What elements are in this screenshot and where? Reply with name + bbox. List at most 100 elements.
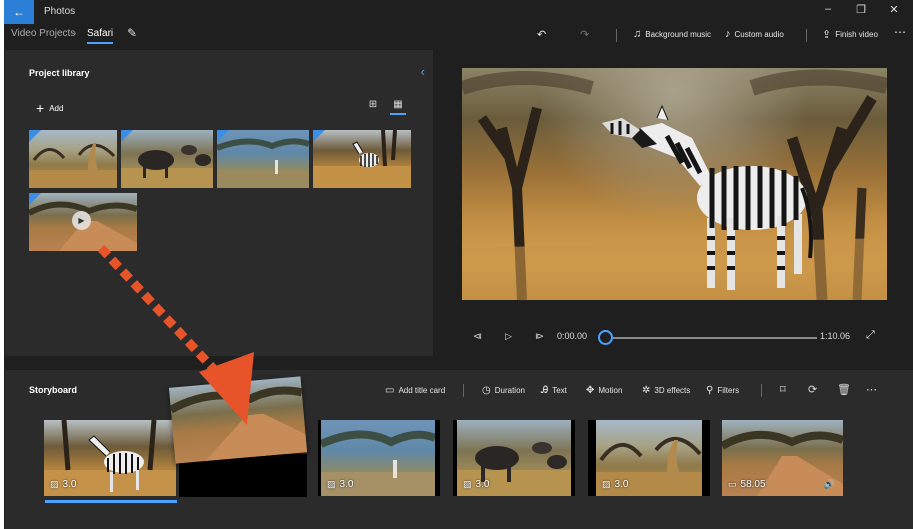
divider [806,29,807,42]
storyboard-clip-wildebeest[interactable]: ▨ 3.0 [453,420,575,496]
fullscreen-icon[interactable]: ⤢ [866,329,875,342]
in-use-marker [313,130,325,142]
back-button[interactable]: ← [4,0,34,24]
custom-audio-label: Custom audio [734,29,784,39]
add-label: Add [49,103,64,113]
text-button[interactable]: Ꭿ Text [541,385,567,396]
project-library-panel: Project library ‹ + Add ⊞ ▦ ▶ [5,50,433,356]
library-item-giraffe[interactable] [29,130,117,188]
rotate-icon[interactable]: ⟳ [808,383,817,396]
image-icon: ▨ [50,479,59,489]
motion-button[interactable]: ✥ Motion [586,385,622,396]
clip-duration: ▭ 58.05 [728,479,766,490]
image-icon: ▨ [602,479,611,489]
undo-icon: ↶ [537,29,547,41]
storyboard-clip-zebra[interactable]: ▨ 3.0 [44,420,176,496]
library-item-wildebeest[interactable] [121,130,213,188]
title-bar: ← Photos – ❐ ✕ [4,0,913,24]
selected-clip-indicator [45,500,177,503]
edit-name-pencil-icon[interactable]: ✎ [127,26,137,40]
more-options-button[interactable]: ⋯ [866,383,877,396]
zebra-scene [313,130,411,188]
3d-effects-icon: ✲ [642,385,651,396]
video-preview[interactable] [462,68,887,300]
custom-audio-icon: ♪ [725,28,731,40]
finish-video-label: Finish video [835,30,878,39]
trash-icon[interactable]: 🗑 [837,383,851,396]
dragged-road-clip[interactable] [168,376,308,464]
acacia-scene [217,138,309,188]
total-time: 1:10.06 [820,331,851,341]
divider [616,29,617,42]
custom-audio-button[interactable]: ♪ Custom audio [725,28,784,40]
storyboard-title: Storyboard [29,385,78,395]
motion-icon: ✥ [586,385,595,396]
grid-large-icon[interactable]: ⊞ [365,99,381,110]
seek-bar[interactable] [604,337,817,339]
giraffe-scene [29,143,117,188]
arrow-left-icon: ← [13,5,25,19]
storyboard-clip-acacia[interactable]: ▨ 3.0 [318,420,440,496]
clip-duration: ▨ 3.0 [50,479,77,490]
redo-button[interactable]: ↷ [580,28,589,41]
clock-icon: ◷ [482,385,491,396]
in-use-marker [121,130,133,142]
zebra-preview-image [462,69,887,300]
library-item-zebra[interactable] [313,130,411,188]
play-button[interactable]: ▷ [505,331,512,342]
dragged-road-scene [168,386,308,461]
filters-label: Filters [717,386,740,395]
music-note-icon: ♫ [633,28,642,40]
speaker-icon[interactable]: 🔊 [824,479,835,490]
filters-button[interactable]: ⚲ Filters [706,385,739,396]
add-title-card-label: Add title card [398,386,446,395]
chevron-left-icon[interactable]: ‹ [421,64,425,79]
more-options-button[interactable]: ⋯ [894,25,906,39]
minimize-button[interactable]: – [813,3,843,15]
filters-icon: ⚲ [706,385,714,396]
restore-button[interactable]: ❐ [846,3,876,16]
image-icon: ▨ [463,479,472,489]
in-use-marker [29,130,41,142]
image-icon: ▨ [327,479,336,489]
background-music-button[interactable]: ♫ Background music [633,28,711,40]
storyboard-clip-giraffe[interactable]: ▨ 3.0 [588,420,710,496]
title-card-icon: ▭ [385,385,395,396]
divider [463,384,464,397]
resize-icon[interactable]: ⌑ [780,383,786,396]
3d-effects-button[interactable]: ✲ 3D effects [642,385,690,396]
add-media-button[interactable]: + Add [36,100,63,116]
project-library-title: Project library [29,68,90,78]
seek-handle[interactable] [598,330,613,345]
breadcrumb-video-projects[interactable]: Video Projects [11,28,75,39]
clip-duration: ▨ 3.0 [327,479,354,490]
play-icon[interactable]: ▶ [72,211,91,230]
storyboard-panel: Storyboard ▭ Add title card ◷ Duration Ꭿ Te… [5,370,913,529]
next-frame-icon[interactable]: ⧐ [535,331,544,342]
clip-duration: ▨ 3.0 [463,479,490,490]
library-item-acacia[interactable] [217,130,309,188]
storyboard-clip-road-video[interactable]: ▭ 58.05 🔊 [722,420,843,496]
duration-label: Duration [494,386,525,395]
3d-effects-label: 3D effects [654,386,691,395]
motion-label: Motion [598,386,623,395]
app-title: Photos [44,6,76,17]
share-icon: ⇪ [822,29,832,41]
breadcrumb-project-name: Safari [87,28,114,44]
close-button[interactable]: ✕ [879,3,909,16]
previous-frame-icon[interactable]: ⧏ [473,331,482,342]
library-item-road-video[interactable]: ▶ [29,193,137,251]
duration-button[interactable]: ◷ Duration [482,385,525,396]
current-time: 0:00.00 [557,331,588,341]
video-icon: ▭ [728,479,737,489]
wildebeest-scene [121,145,213,188]
undo-button[interactable]: ↶ [537,28,546,41]
redo-icon: ↷ [580,29,590,41]
grid-small-icon[interactable]: ▦ [390,99,406,115]
in-use-marker [217,130,229,142]
clip-duration: ▨ 3.0 [602,479,629,490]
finish-video-button[interactable]: ⇪ Finish video [822,28,878,41]
text-icon: Ꭿ [541,385,549,396]
add-title-card-button[interactable]: ▭ Add title card [385,385,445,396]
plus-icon: + [36,100,45,116]
